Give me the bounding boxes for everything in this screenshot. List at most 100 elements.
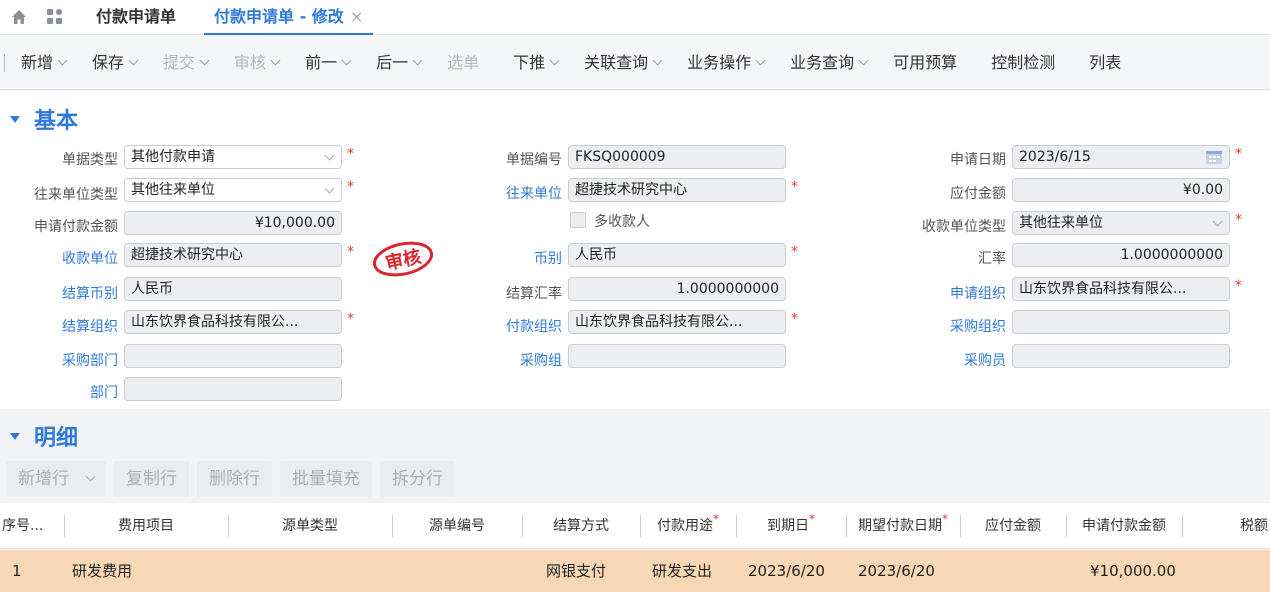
required-mark: * (1235, 212, 1242, 228)
prev-button[interactable]: 前一 (305, 36, 352, 90)
settle-org-field[interactable]: 山东饮界食品科技有限公... (124, 310, 342, 334)
payee-field[interactable]: 超捷技术研究中心 (124, 243, 342, 267)
collapse-triangle-icon[interactable] (10, 432, 20, 440)
business-operation-label: 业务操作 (687, 52, 752, 72)
payable-field[interactable]: ¥0.00 (1012, 178, 1230, 202)
detail-section-header[interactable]: 明细 (10, 420, 78, 452)
purchase-org-label[interactable]: 采购组织 (900, 316, 1006, 336)
cell-apply-amount: ¥10,000.00 (1090, 562, 1176, 580)
apply-date-value: 2023/6/15 (1019, 149, 1091, 165)
chevron-down-icon (128, 55, 139, 65)
apply-amount-field[interactable]: ¥10,000.00 (124, 211, 342, 235)
column-src-type[interactable]: 源单类型 (228, 503, 392, 549)
column-tax[interactable]: 税额 (1182, 503, 1268, 549)
chevron-down-icon (270, 55, 281, 65)
payee-type-label: 收款单位类型 (922, 219, 1006, 235)
detail-toolbar: 新增行 复制行 删除行 批量填充 拆分行 (0, 458, 1270, 500)
multi-payee-checkbox[interactable] (570, 212, 586, 228)
required-mark: * (347, 244, 354, 260)
payable-label: 应付金额 (950, 186, 1006, 202)
tab-label: 付款申请单 - 修改 (214, 6, 344, 26)
column-seq[interactable]: 序号... (2, 503, 46, 549)
audit-stamp: 审核 (372, 241, 434, 277)
next-button[interactable]: 后一 (376, 36, 423, 90)
rate-field[interactable]: 1.0000000000 (1012, 243, 1230, 267)
column-apply-amount[interactable]: 申请付款金额 (1066, 503, 1182, 549)
push-label: 下推 (513, 52, 546, 72)
select-button[interactable]: 选单 (447, 36, 479, 90)
settle-org-label[interactable]: 结算组织 (20, 316, 118, 336)
save-button[interactable]: 保存 (92, 36, 139, 90)
required-mark: * (347, 179, 354, 195)
buyer-field[interactable] (1012, 344, 1230, 368)
available-budget-button[interactable]: 可用预算 (893, 36, 957, 90)
doc-type-label: 单据类型 (62, 152, 118, 168)
contact-field[interactable]: 超捷技术研究中心 (568, 178, 786, 202)
cell-expect-date: 2023/6/20 (858, 562, 935, 580)
control-check-button[interactable]: 控制检测 (991, 36, 1055, 90)
buyer-label[interactable]: 采购员 (900, 350, 1006, 370)
business-query-button[interactable]: 业务查询 (790, 36, 869, 90)
settle-currency-label[interactable]: 结算币别 (20, 283, 118, 303)
purchase-org-field[interactable] (1012, 310, 1230, 334)
purchase-dept-label[interactable]: 采购部门 (20, 350, 118, 370)
column-pay-purpose[interactable]: 付款用途* (640, 503, 736, 549)
column-payable[interactable]: 应付金额 (960, 503, 1066, 549)
payee-type-select[interactable]: 其他往来单位 (1012, 211, 1230, 235)
column-expect-date[interactable]: 期望付款日期* (846, 503, 960, 549)
dept-label[interactable]: 部门 (20, 382, 118, 402)
delete-row-button[interactable]: 删除行 (197, 461, 272, 497)
batch-fill-button[interactable]: 批量填充 (280, 461, 372, 497)
payee-label[interactable]: 收款单位 (20, 248, 118, 268)
required-mark: * (347, 311, 354, 327)
list-button[interactable]: 列表 (1089, 36, 1121, 90)
contact-type-select[interactable]: 其他往来单位 (124, 178, 342, 202)
collapse-triangle-icon[interactable] (10, 115, 20, 123)
purchase-dept-field[interactable] (124, 344, 342, 368)
tab-payment-request-edit[interactable]: 付款申请单 - 修改 × (204, 0, 374, 35)
add-button[interactable]: 新增 (21, 36, 68, 90)
copy-row-button[interactable]: 复制行 (114, 461, 189, 497)
calendar-icon[interactable] (1205, 149, 1223, 165)
audit-label: 审核 (234, 52, 267, 72)
contact-label[interactable]: 往来单位 (470, 183, 562, 203)
settle-currency-field[interactable]: 人民币 (124, 277, 342, 301)
chevron-down-icon (324, 150, 335, 161)
apply-date-field[interactable]: 2023/6/15 (1012, 145, 1230, 169)
business-operation-button[interactable]: 业务操作 (687, 36, 766, 90)
apps-grid-icon[interactable] (44, 6, 66, 28)
pay-org-field[interactable]: 山东饮界食品科技有限公... (568, 310, 786, 334)
apply-org-field[interactable]: 山东饮界食品科技有限公... (1012, 277, 1230, 301)
cell-due-date: 2023/6/20 (748, 562, 825, 580)
tab-payment-request[interactable]: 付款申请单 (86, 0, 186, 35)
basic-section-header[interactable]: 基本 (10, 103, 78, 135)
apply-org-label[interactable]: 申请组织 (900, 283, 1006, 303)
required-mark: * (347, 146, 354, 162)
cell-expense: 研发费用 (72, 562, 133, 580)
column-src-no[interactable]: 源单编号 (392, 503, 522, 549)
multi-payee-label: 多收款人 (594, 214, 650, 230)
submit-button[interactable]: 提交 (163, 36, 210, 90)
currency-label[interactable]: 币别 (470, 248, 562, 268)
push-down-button[interactable]: 下推 (513, 36, 560, 90)
column-settle-method[interactable]: 结算方式 (522, 503, 640, 549)
purchase-group-field[interactable] (568, 344, 786, 368)
purchase-group-label[interactable]: 采购组 (470, 350, 562, 370)
audit-button[interactable]: 审核 (234, 36, 281, 90)
close-icon[interactable]: × (350, 7, 363, 26)
settle-rate-field[interactable]: 1.0000000000 (568, 277, 786, 301)
currency-field[interactable]: 人民币 (568, 243, 786, 267)
home-icon[interactable] (8, 6, 30, 28)
table-row[interactable]: 1 研发费用 网银支付 研发支出 2023/6/20 2023/6/20 ¥10… (0, 550, 1270, 592)
column-expense[interactable]: 费用项目 (64, 503, 228, 549)
dept-field[interactable] (124, 377, 342, 401)
contact-type-label: 往来单位类型 (34, 187, 118, 203)
related-query-button[interactable]: 关联查询 (584, 36, 663, 90)
doc-type-select[interactable]: 其他付款申请 (124, 145, 342, 169)
add-row-button[interactable]: 新增行 (6, 461, 106, 497)
column-due-date[interactable]: 到期日* (736, 503, 846, 549)
submit-label: 提交 (163, 52, 196, 72)
pay-org-label[interactable]: 付款组织 (470, 316, 562, 336)
split-row-button[interactable]: 拆分行 (380, 461, 455, 497)
doc-no-field[interactable]: FKSQ000009 (568, 145, 786, 169)
